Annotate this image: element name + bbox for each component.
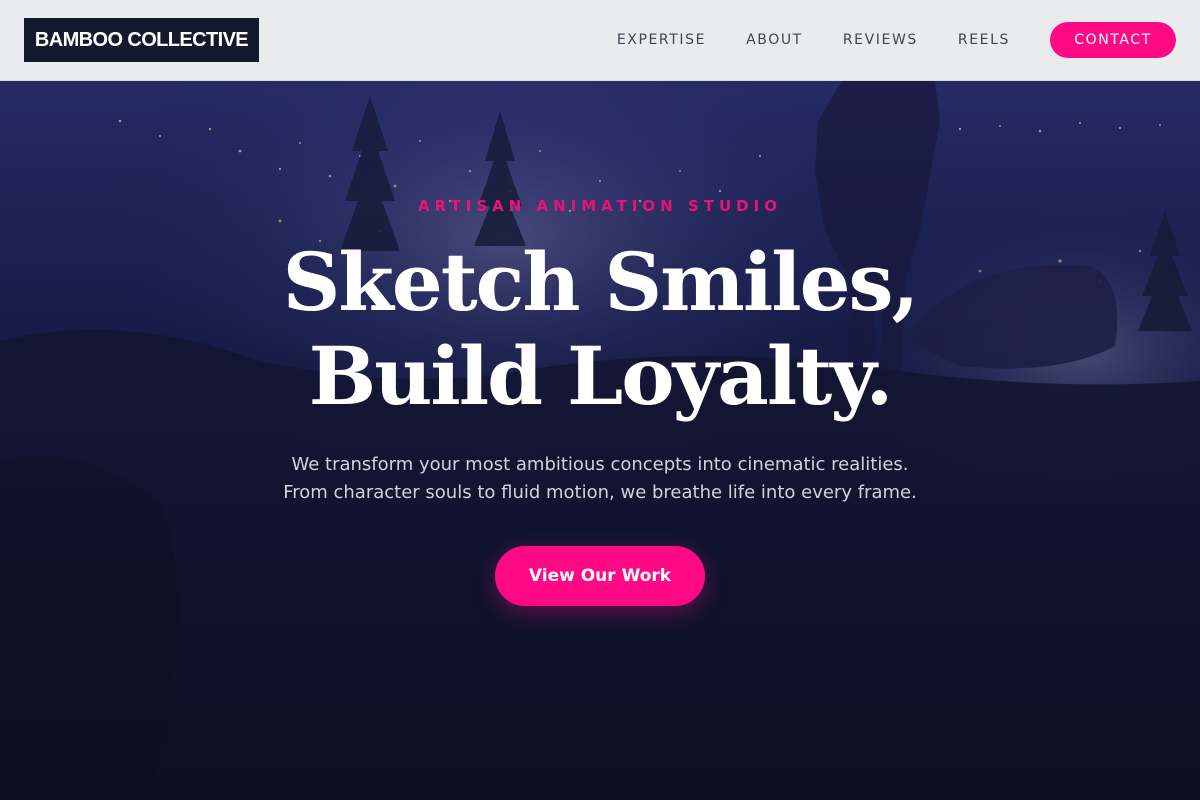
hero-background-image (0, 81, 1200, 800)
hero-eyebrow: ARTISAN ANIMATION STUDIO (418, 197, 782, 215)
main-nav: EXPERTISE ABOUT REVIEWS REELS CONTACT (617, 0, 1176, 80)
nav-link-reviews[interactable]: REVIEWS (843, 32, 918, 48)
hero-headline: Sketch Smiles, Build Loyalty. (0, 235, 1200, 423)
nav-link-about[interactable]: ABOUT (746, 32, 803, 48)
hero-subtext: We transform your most ambitious concept… (0, 451, 1200, 507)
contact-button[interactable]: CONTACT (1050, 22, 1176, 58)
hero-headline-line1: Sketch Smiles, (282, 235, 920, 329)
hero-headline-line2: Build Loyalty. (308, 329, 894, 423)
site-header: BAMBOO COLLECTIVE EXPERTISE ABOUT REVIEW… (0, 0, 1200, 81)
nav-link-expertise[interactable]: EXPERTISE (617, 32, 706, 48)
hero-section: ARTISAN ANIMATION STUDIO Sketch Smiles, … (0, 81, 1200, 800)
nav-link-reels[interactable]: REELS (958, 32, 1010, 48)
view-our-work-button[interactable]: View Our Work (495, 546, 705, 606)
brand-logo[interactable]: BAMBOO COLLECTIVE (24, 18, 259, 62)
hero-subtext-line2: From character souls to fluid motion, we… (283, 482, 917, 503)
hero-subtext-line1: We transform your most ambitious concept… (291, 454, 909, 475)
